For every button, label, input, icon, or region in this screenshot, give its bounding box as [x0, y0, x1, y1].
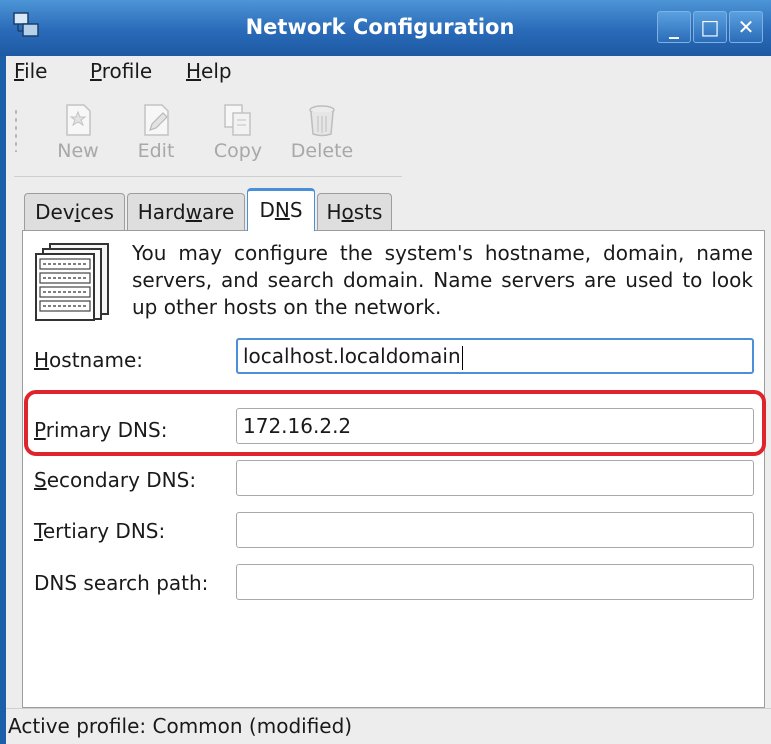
primary-dns-label-text: rimary DNS: — [45, 418, 168, 442]
hostname-label-mnemonic: H — [34, 348, 50, 372]
menu-help-label: elp — [201, 59, 232, 83]
delete-button-label: Delete — [290, 140, 354, 162]
hostname-label-text: ostname: — [49, 348, 144, 372]
tab-hosts-mnemonic: o — [341, 200, 354, 224]
secondary-dns-label-text: econdary DNS: — [46, 468, 197, 492]
menu-file[interactable]: File — [14, 59, 47, 83]
menu-help[interactable]: Help — [186, 59, 232, 83]
menu-file-label: ile — [24, 59, 48, 83]
tertiary-dns-label-text: ertiary DNS: — [42, 519, 166, 543]
dns-search-path-input[interactable] — [236, 564, 754, 600]
hostname-input[interactable]: localhost.localdomain — [236, 338, 754, 374]
menu-profile-mnemonic: P — [90, 59, 102, 83]
window-title: Network Configuration — [245, 15, 515, 39]
tab-devices[interactable]: Devices — [24, 193, 125, 230]
tab-dns-label-pre: D — [259, 198, 275, 222]
tab-dns-mnemonic: N — [274, 198, 290, 222]
tab-devices-label-post: ces — [80, 200, 114, 224]
menu-help-mnemonic: H — [186, 59, 202, 83]
menu-file-mnemonic: F — [14, 59, 25, 83]
dns-list-icon — [34, 242, 114, 322]
tertiary-dns-label-mnemonic: T — [34, 519, 43, 543]
menu-bar: File Profile Help — [6, 56, 771, 86]
hostname-value: localhost.localdomain — [243, 344, 461, 368]
menu-profile[interactable]: Profile — [90, 59, 152, 83]
toolbar-separator — [14, 176, 402, 177]
tab-hosts[interactable]: Hosts — [317, 193, 392, 230]
toolbar-grip[interactable] — [14, 108, 18, 152]
delete-button[interactable]: Delete — [288, 102, 356, 174]
new-button[interactable]: New — [44, 102, 112, 174]
minimize-button[interactable]: _ — [657, 11, 691, 43]
close-button[interactable]: ✕ — [729, 11, 763, 43]
primary-dns-label-mnemonic: P — [34, 418, 46, 442]
edit-button[interactable]: Edit — [122, 102, 190, 174]
tab-dns-label-post: S — [289, 198, 303, 222]
secondary-dns-label: Secondary DNS: — [34, 468, 196, 492]
new-icon — [66, 104, 91, 136]
edit-icon — [144, 104, 169, 136]
toolbar: New Edit Copy Delete — [6, 88, 771, 180]
delete-icon — [309, 105, 335, 137]
tertiary-dns-input[interactable] — [236, 512, 754, 548]
tertiary-dns-label: Tertiary DNS: — [34, 519, 165, 543]
tab-hosts-label-post: sts — [353, 200, 383, 224]
tab-dns[interactable]: DNS — [247, 188, 315, 231]
primary-dns-input[interactable]: 172.16.2.2 — [236, 408, 754, 444]
tab-hardware-mnemonic: w — [185, 200, 202, 224]
copy-icon — [224, 104, 251, 136]
secondary-dns-input[interactable] — [236, 460, 754, 496]
tab-hosts-label-pre: H — [326, 200, 342, 224]
dns-description: You may configure the system's hostname,… — [132, 241, 753, 319]
active-profile-status: Active profile: Common (modified) — [8, 714, 353, 738]
tab-hardware[interactable]: Hardware — [127, 193, 245, 230]
primary-dns-value: 172.16.2.2 — [243, 414, 352, 438]
dns-search-path-label: DNS search path: — [34, 571, 209, 595]
copy-button[interactable]: Copy — [204, 102, 272, 174]
tab-hardware-label-pre: Hard — [137, 200, 186, 224]
status-bar: Active profile: Common (modified) — [6, 708, 771, 744]
title-bar[interactable]: Network Configuration _ □ ✕ — [0, 0, 771, 56]
text-caret — [461, 345, 463, 370]
edit-button-label: Edit — [137, 140, 175, 162]
new-button-label: New — [57, 140, 99, 162]
primary-dns-label: Primary DNS: — [34, 418, 167, 442]
maximize-button[interactable]: □ — [693, 11, 727, 43]
menu-profile-label: rofile — [101, 59, 153, 83]
tab-hardware-label-post: are — [201, 200, 235, 224]
tab-devices-label-pre: Dev — [35, 200, 75, 224]
hostname-label: Hostname: — [34, 348, 143, 372]
copy-button-label: Copy — [213, 140, 263, 162]
secondary-dns-label-mnemonic: S — [34, 468, 47, 492]
network-configuration-window: Network Configuration _ □ ✕ File Profile… — [0, 0, 771, 744]
